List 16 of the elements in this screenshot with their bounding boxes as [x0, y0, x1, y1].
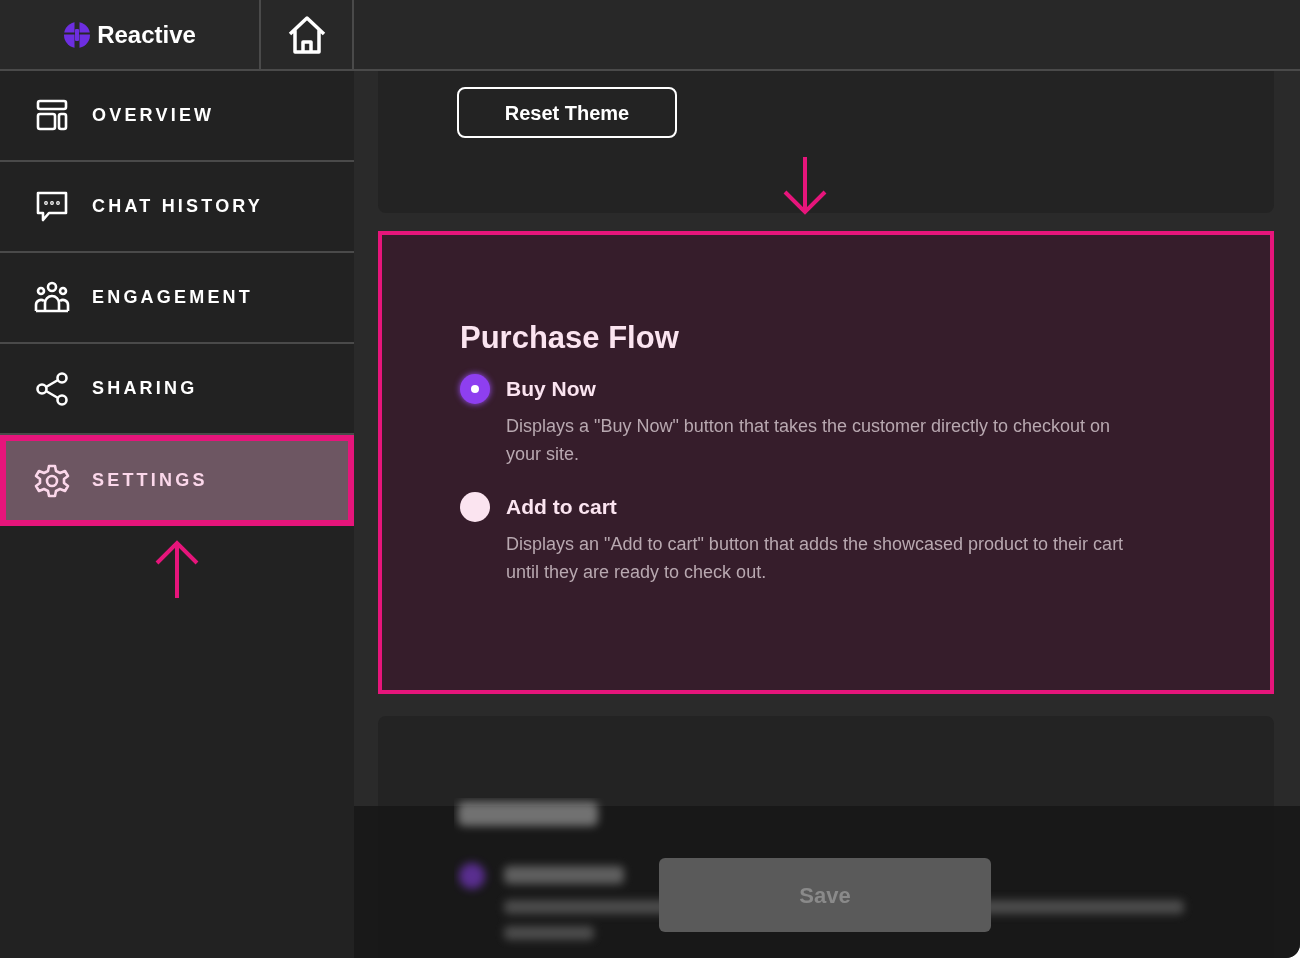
radio-button[interactable] — [460, 491, 490, 522]
brand-name: Reactive — [97, 19, 196, 50]
radio-button[interactable] — [460, 373, 490, 404]
option-label: Add to cart — [506, 493, 618, 520]
settings-icon — [34, 462, 70, 499]
logo-icon — [63, 20, 92, 49]
option-description: Displays a "Buy Now" button that takes the customer directly to checkout on your site. — [506, 414, 1112, 466]
section-title: Purchase Flow — [460, 319, 680, 357]
annotation-arrow — [782, 157, 828, 215]
option-label: Buy Now — [506, 375, 597, 402]
option-description: Displays an "Add to cart" button that adds the showcased product to their cart until they are ready to check out. — [506, 532, 1125, 584]
reset-theme-button[interactable]: Reset Theme — [457, 87, 677, 138]
sidebar-item[interactable]: SETTINGS — [0, 435, 354, 526]
annotation-arrow — [154, 540, 200, 598]
home-icon[interactable] — [286, 14, 327, 55]
share-icon — [34, 370, 70, 407]
